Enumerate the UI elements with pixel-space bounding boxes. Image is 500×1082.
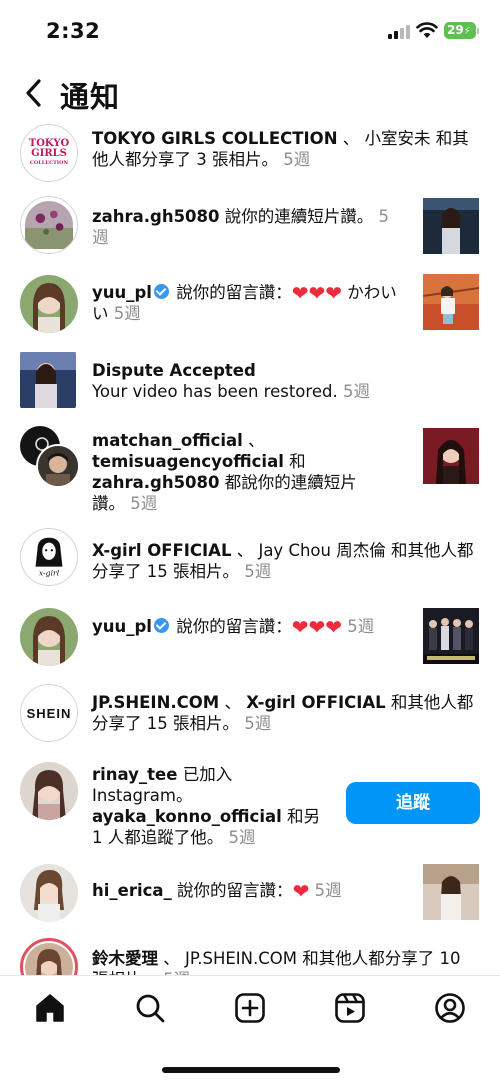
hearts-emoji: ❤❤❤ — [291, 615, 342, 639]
heart-emoji: ❤ — [292, 879, 310, 903]
notification-text: yuu_pl 說你的留言讚：❤❤❤ かわいい 5週 — [92, 281, 397, 323]
battery-level: 29 — [447, 23, 464, 37]
notification-item[interactable]: zahra.gh5080 說你的連續短片讚。 5週 — [0, 192, 500, 258]
avatar[interactable] — [20, 352, 76, 408]
status-bar: 2:32 29⚡ — [0, 0, 500, 62]
create-icon[interactable] — [234, 992, 266, 1024]
hearts-emoji: ❤❤❤ — [291, 281, 342, 305]
page-title: 通知 — [60, 80, 121, 114]
notification-text: JP.SHEIN.COM 、 X-girl OFFICIAL 和其他人都分享了 … — [92, 693, 474, 733]
notification-text: matchan_official 、 temisuagencyofficial … — [92, 431, 357, 513]
avatar[interactable] — [20, 196, 78, 254]
profile-icon[interactable] — [434, 992, 466, 1024]
home-icon[interactable] — [34, 992, 66, 1024]
notification-item[interactable]: x-girl X-girl OFFICIAL 、 Jay Chou 周杰倫 和其… — [0, 526, 500, 590]
avatar-image — [25, 201, 73, 249]
username[interactable]: zahra.gh5080 — [92, 207, 220, 226]
username[interactable]: yuu_pl — [92, 283, 152, 302]
avatar[interactable] — [20, 938, 78, 975]
notification-item[interactable]: 鈴木愛理 、 JP.SHEIN.COM 和其他人都分享了 10 張相片。 5週 — [0, 936, 500, 975]
timestamp: 5週 — [314, 881, 342, 900]
username[interactable]: 鈴木愛理 — [92, 949, 158, 968]
wifi-icon — [416, 22, 438, 38]
notification-item[interactable]: yuu_pl 說你的留言讚：❤❤❤ かわいい 5週 — [0, 272, 500, 334]
shein-logo: SHEIN — [26, 705, 72, 721]
avatar[interactable]: TOKYO GIRLS COLLECTION — [20, 124, 78, 182]
username[interactable]: ayaka_konno_official — [92, 807, 282, 826]
svg-text:x-girl: x-girl — [39, 568, 60, 577]
timestamp: 5週 — [244, 714, 272, 733]
username[interactable]: X-girl OFFICIAL — [246, 693, 385, 712]
notification-item[interactable]: matchan_official 、 temisuagencyofficial … — [0, 424, 500, 516]
notification-text: X-girl OFFICIAL 、 Jay Chou 周杰倫 和其他人都分享了 … — [92, 541, 474, 581]
bottom-nav — [0, 975, 500, 1082]
post-thumbnail[interactable] — [423, 428, 479, 484]
notification-item[interactable]: yuu_pl 說你的留言讚：❤❤❤ 5週 — [0, 606, 500, 668]
username[interactable]: JP.SHEIN.COM — [92, 693, 219, 712]
notification-item[interactable]: SHEIN JP.SHEIN.COM 、 X-girl OFFICIAL 和其他… — [0, 682, 500, 744]
notification-text: Dispute Accepted Your video has been res… — [92, 360, 400, 402]
post-thumbnail[interactable] — [423, 198, 479, 254]
username[interactable]: TOKYO GIRLS COLLECTION — [92, 129, 338, 148]
notification-list[interactable]: TOKYO GIRLS COLLECTION TOKYO GIRLS COLLEC… — [0, 122, 500, 975]
notification-item[interactable]: rinay_tee 已加入 Instagram。 ayaka_konno_off… — [0, 758, 500, 848]
back-icon[interactable] — [20, 76, 50, 110]
notification-text: TOKYO GIRLS COLLECTION 、 小室安未 和其他人都分享了 3… — [92, 129, 469, 169]
notification-text: yuu_pl 說你的留言讚：❤❤❤ 5週 — [92, 615, 375, 639]
username[interactable]: matchan_official — [92, 431, 243, 450]
timestamp: 5週 — [113, 304, 141, 323]
notification-item[interactable]: hi_erica_ 說你的留言讚：❤ 5週 — [0, 862, 500, 924]
username[interactable]: hi_erica_ — [92, 881, 172, 900]
avatar — [36, 444, 80, 488]
avatar[interactable]: SHEIN — [20, 684, 78, 742]
notification-item[interactable]: Dispute Accepted Your video has been res… — [0, 350, 500, 412]
username[interactable]: temisuagencyofficial — [92, 452, 284, 471]
search-icon[interactable] — [134, 992, 166, 1024]
battery-icon: 29⚡ — [444, 22, 476, 39]
post-thumbnail[interactable] — [423, 274, 479, 330]
post-thumbnail[interactable] — [423, 864, 479, 920]
verified-badge-icon — [153, 618, 169, 633]
notification-text: rinay_tee 已加入 Instagram。 ayaka_konno_off… — [92, 765, 321, 847]
notification-heading: Dispute Accepted — [92, 361, 256, 380]
post-thumbnail[interactable] — [423, 608, 479, 664]
avatar[interactable] — [20, 864, 78, 922]
verified-badge-icon — [153, 284, 169, 299]
username[interactable]: zahra.gh5080 — [92, 473, 220, 492]
notification-item[interactable]: TOKYO GIRLS COLLECTION TOKYO GIRLS COLLEC… — [0, 122, 500, 184]
timestamp: 5週 — [347, 617, 375, 636]
avatar[interactable] — [20, 275, 78, 333]
username[interactable]: yuu_pl — [92, 617, 152, 636]
follow-button[interactable]: 追蹤 — [346, 782, 480, 824]
x-girl-logo: x-girl — [24, 532, 74, 582]
timestamp: 5週 — [228, 828, 256, 847]
home-indicator — [162, 1067, 340, 1073]
timestamp: 5週 — [130, 494, 158, 513]
avatar[interactable]: x-girl — [20, 528, 78, 586]
notification-text: zahra.gh5080 說你的連續短片讚。 5週 — [92, 207, 390, 247]
battery-cap — [477, 28, 479, 34]
status-time: 2:32 — [46, 19, 101, 43]
notification-text: 鈴木愛理 、 JP.SHEIN.COM 和其他人都分享了 10 張相片。 5週 — [92, 948, 480, 975]
avatar[interactable] — [20, 762, 78, 820]
signal-icon — [388, 25, 410, 39]
notification-text: hi_erica_ 說你的留言讚：❤ 5週 — [92, 879, 342, 903]
avatar-stack[interactable] — [20, 426, 82, 488]
reels-icon[interactable] — [334, 992, 366, 1024]
username[interactable]: rinay_tee — [92, 765, 177, 784]
timestamp: 5週 — [342, 382, 370, 401]
timestamp: 5週 — [244, 562, 272, 581]
avatar[interactable] — [20, 608, 78, 666]
username[interactable]: X-girl OFFICIAL — [92, 541, 231, 560]
header: 通知 — [0, 62, 500, 122]
timestamp: 5週 — [283, 150, 311, 169]
tokyo-girls-collection-logo: TOKYO GIRLS — [28, 138, 70, 159]
